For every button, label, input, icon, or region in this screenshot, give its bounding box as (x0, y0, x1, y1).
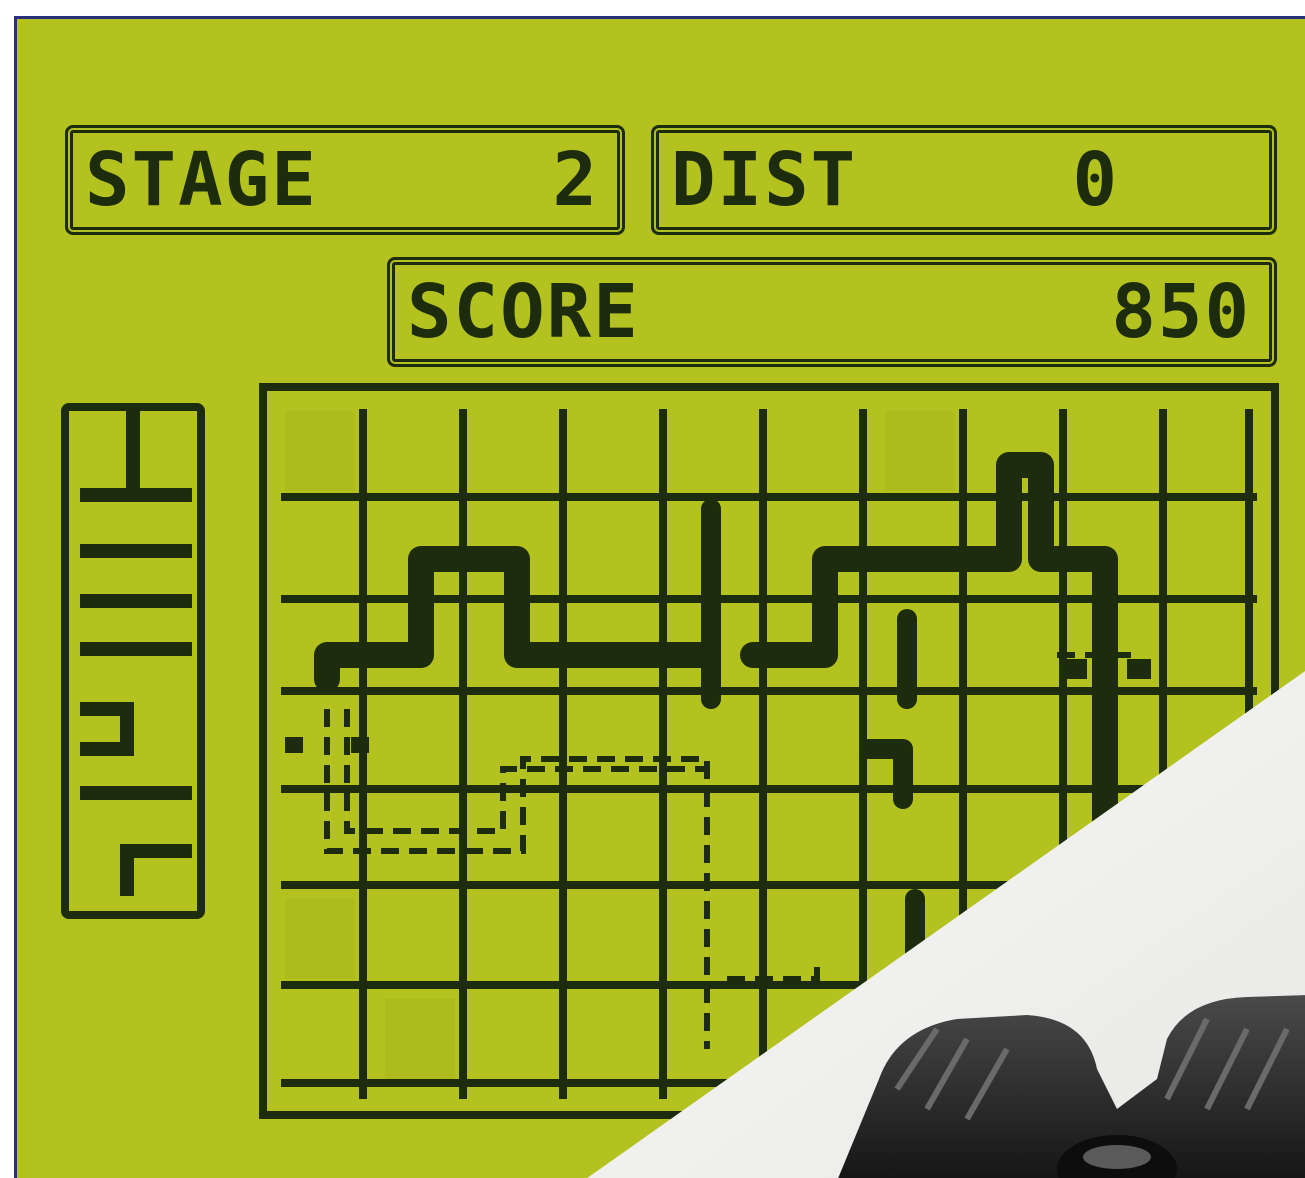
controller-corner (587, 671, 1305, 1178)
lcd-screen: STAGE 2 DIST 0 SCORE 850 (14, 16, 1305, 1178)
